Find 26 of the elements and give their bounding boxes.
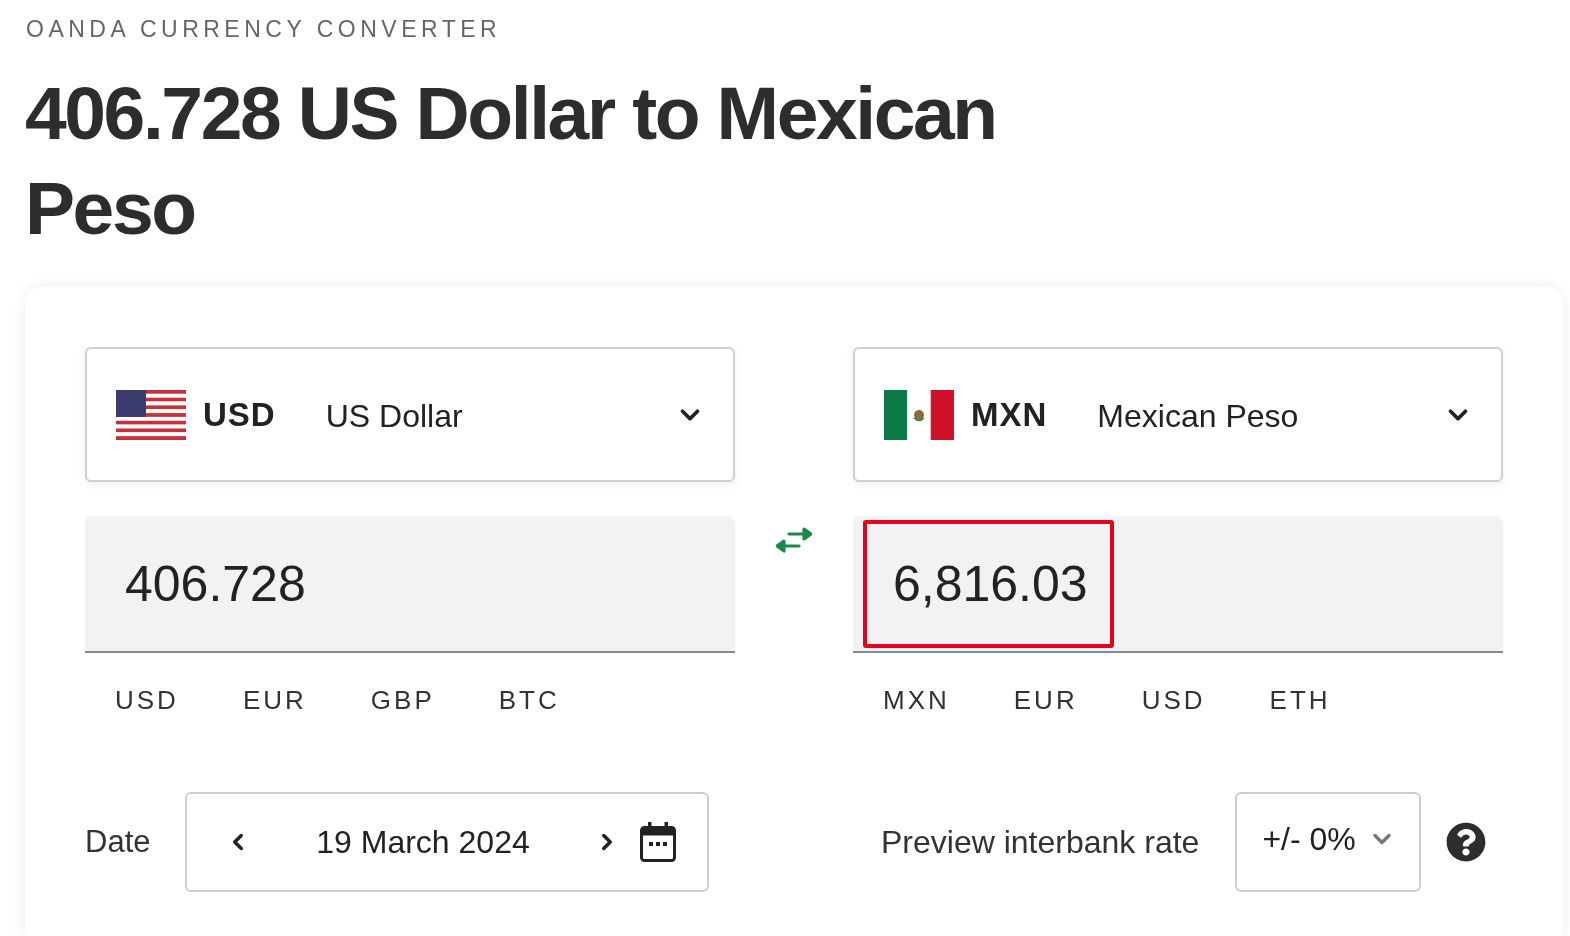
currency-shortcut[interactable]: USD [1141,680,1206,720]
date-value: 19 March 2024 [315,823,531,861]
currency-shortcut[interactable]: GBP [370,680,435,720]
currency-select[interactable]: MXN Mexican Peso [853,347,1503,482]
flag-icon [884,389,954,440]
amount-field[interactable]: 406.728 [85,516,735,653]
amount-field[interactable]: 6,816.03 [853,516,1503,653]
currency-shortcut[interactable]: USD [115,680,179,720]
date-label: Date [85,824,151,860]
currency-shortcut[interactable]: MXN [883,680,950,720]
currency-shortcut[interactable]: ETH [1269,680,1331,720]
amount-value: 406.728 [125,554,306,613]
calendar-icon[interactable] [640,822,677,862]
rate-select[interactable]: +/- 0% [1235,792,1422,892]
swap-arrows-icon[interactable] [776,527,812,553]
currency-shortcut[interactable]: EUR [1013,680,1078,720]
help-icon[interactable] [1446,822,1487,862]
page-title: 406.728 US Dollar to Mexican Peso [25,70,997,252]
currency-shortcut[interactable]: BTC [498,680,560,720]
flag-icon [116,389,186,440]
brand-label: OANDA CURRENCY CONVERTER [25,15,502,43]
highlighted-amount: 6,816.03 [863,519,1114,648]
date-picker[interactable]: 19 March 2024 [185,792,710,892]
currency-shortcut[interactable]: EUR [242,680,307,720]
interbank-rate-label: Preview interbank rate [881,823,1200,861]
currency-select[interactable]: USD US Dollar [85,347,735,482]
